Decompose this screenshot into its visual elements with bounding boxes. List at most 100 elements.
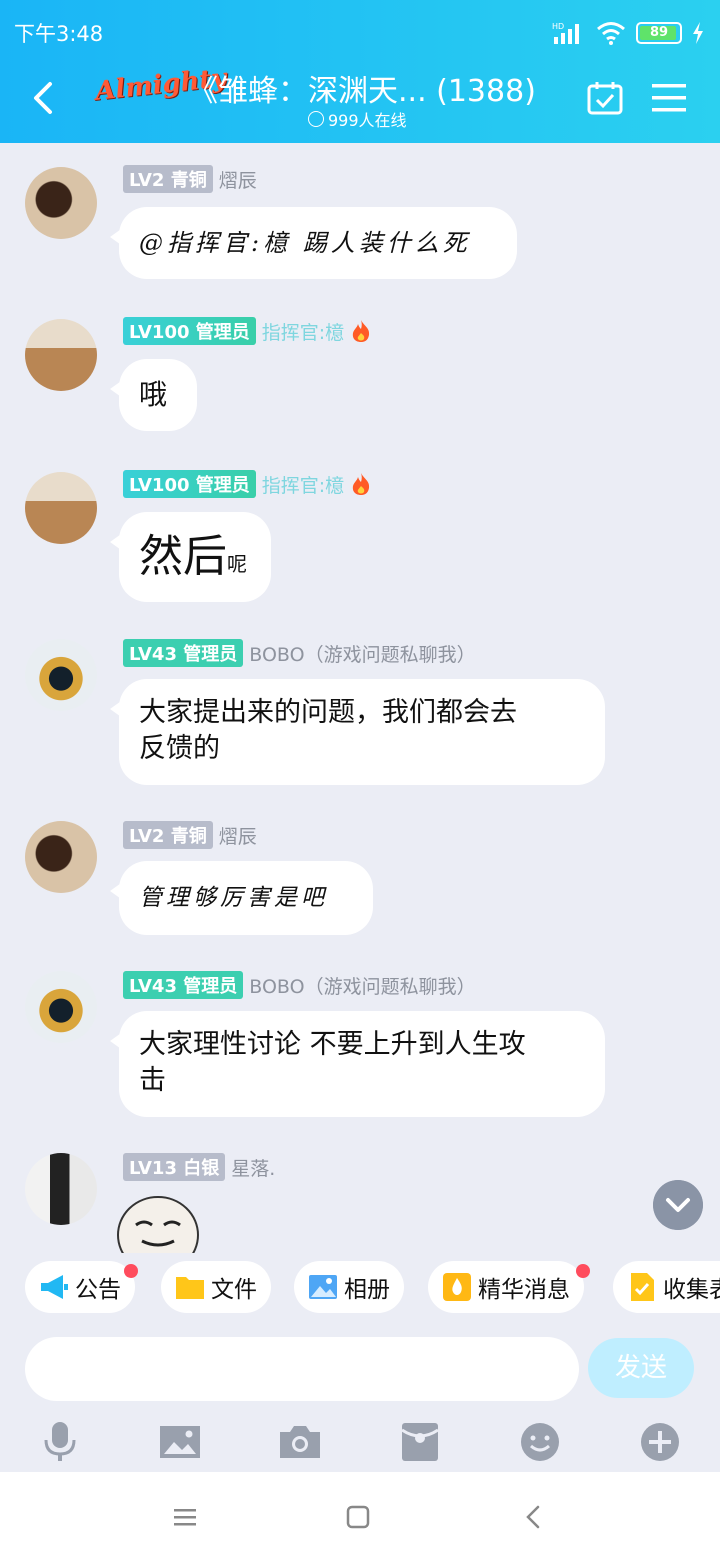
quick-tag-album[interactable]: 相册 xyxy=(294,1261,404,1313)
message-item: LV100 管理员 指挥官:檍 然后呢 xyxy=(0,448,720,618)
unread-dot xyxy=(124,1264,138,1278)
input-tools xyxy=(0,1414,720,1472)
home-icon[interactable] xyxy=(343,1502,373,1532)
message-item: LV13 白银 星落. xyxy=(0,1135,720,1253)
camera-icon[interactable] xyxy=(278,1420,322,1464)
calendar-check-icon[interactable] xyxy=(586,80,624,116)
essence-icon xyxy=(443,1273,471,1301)
message-input[interactable] xyxy=(25,1337,579,1401)
quick-tag-label: 公告 xyxy=(75,1277,121,1303)
quick-tag-files[interactable]: 文件 xyxy=(161,1261,271,1313)
quick-tag-label: 相册 xyxy=(344,1277,390,1303)
fire-icon xyxy=(353,320,370,342)
system-nav-bar xyxy=(0,1472,720,1560)
sender-name[interactable]: BOBO（游戏问题私聊我） xyxy=(249,640,475,667)
message-text-large: 然后 xyxy=(139,531,227,582)
level-badge: LV13 白银 xyxy=(123,1153,226,1181)
unread-dot xyxy=(576,1264,590,1278)
level-badge: LV43 管理员 xyxy=(123,971,244,999)
message-item: LV2 青铜 熠辰 管理够厉害是吧 xyxy=(0,803,720,953)
message-item: LV43 管理员 BOBO（游戏问题私聊我） 大家理性讨论 不要上升到人生攻 击 xyxy=(0,953,720,1128)
message-bubble[interactable]: 哦 xyxy=(110,359,197,431)
send-button[interactable]: 发送 xyxy=(588,1338,694,1398)
message-meta: LV13 白银 星落. xyxy=(123,1153,275,1181)
fire-icon xyxy=(353,473,370,495)
status-bar: 下午3:48 HD 89 xyxy=(0,0,720,62)
message-item: LV2 青铜 熠辰 @指挥官:檍 踢人装什么死 xyxy=(0,143,720,293)
battery-level: 89 xyxy=(649,25,669,40)
message-item: LV100 管理员 指挥官:檍 哦 xyxy=(0,295,720,445)
back-nav-icon[interactable] xyxy=(519,1502,549,1532)
online-count: 999人在线 xyxy=(308,107,407,131)
wifi-icon xyxy=(597,22,625,45)
avatar[interactable] xyxy=(25,971,97,1043)
collect-form-icon xyxy=(631,1273,654,1301)
group-title[interactable]: 《雏蜂：深渊天... (1388) xyxy=(188,66,536,110)
sender-name[interactable]: 熠辰 xyxy=(219,822,257,849)
message-text-line: 大家提出来的问题，我们都会去 xyxy=(139,697,517,728)
quick-tags-bar: 公告 文件 相册 精华消息 收集表 xyxy=(0,1256,720,1320)
quick-tag-essence[interactable]: 精华消息 xyxy=(428,1261,584,1313)
megaphone-icon xyxy=(41,1275,68,1299)
message-text-line: 反馈的 xyxy=(139,733,220,764)
folder-icon xyxy=(176,1277,204,1299)
chat-header: 下午3:48 HD 89 Almighty 《雏蜂：深渊天... (1388) … xyxy=(0,0,720,143)
image-icon[interactable] xyxy=(158,1420,202,1464)
battery-icon: 89 xyxy=(636,22,682,44)
message-meta: LV2 青铜 熠辰 xyxy=(123,821,257,849)
message-text-line: 击 xyxy=(139,1065,166,1096)
avatar[interactable] xyxy=(25,472,97,544)
menu-icon[interactable] xyxy=(652,82,686,114)
quick-tag-label: 收集表 xyxy=(663,1277,720,1303)
sender-name[interactable]: 星落. xyxy=(231,1154,275,1181)
avatar[interactable] xyxy=(25,1153,97,1225)
message-meta: LV100 管理员 指挥官:檍 xyxy=(123,470,372,498)
level-badge: LV2 青铜 xyxy=(123,165,213,193)
level-badge: LV43 管理员 xyxy=(123,639,244,667)
photo-album-icon xyxy=(309,1275,337,1299)
sender-name[interactable]: 熠辰 xyxy=(219,166,257,193)
level-badge: LV2 青铜 xyxy=(123,821,213,849)
message-item: LV43 管理员 BOBO（游戏问题私聊我） 大家提出来的问题，我们都会去 反馈… xyxy=(0,621,720,796)
microphone-icon[interactable] xyxy=(38,1420,82,1464)
sender-name[interactable]: BOBO（游戏问题私聊我） xyxy=(249,972,475,999)
online-icon xyxy=(308,111,324,127)
quick-tag-announcement[interactable]: 公告 xyxy=(25,1261,135,1313)
input-bar: 发送 xyxy=(0,1324,720,1414)
online-text: 999人在线 xyxy=(328,111,407,130)
message-bubble[interactable]: 大家理性讨论 不要上升到人生攻 击 xyxy=(110,1011,605,1117)
back-arrow-icon[interactable] xyxy=(28,78,58,118)
recent-apps-icon[interactable] xyxy=(170,1502,200,1532)
signal-icon: HD xyxy=(552,22,579,44)
message-meta: LV2 青铜 熠辰 xyxy=(123,165,257,193)
sender-name[interactable]: 指挥官:檍 xyxy=(262,471,344,498)
quick-tag-label: 文件 xyxy=(211,1277,257,1303)
message-bubble[interactable]: 管理够厉害是吧 xyxy=(110,861,373,935)
emoji-icon[interactable] xyxy=(518,1420,562,1464)
sticker-image[interactable] xyxy=(116,1191,200,1253)
svg-text:HD: HD xyxy=(552,22,564,31)
status-icons: HD 89 xyxy=(552,20,704,46)
message-bubble[interactable]: @指挥官:檍 踢人装什么死 xyxy=(110,207,517,279)
avatar[interactable] xyxy=(25,821,97,893)
level-badge: LV100 管理员 xyxy=(123,470,256,498)
avatar[interactable] xyxy=(25,639,97,711)
message-bubble[interactable]: 大家提出来的问题，我们都会去 反馈的 xyxy=(110,679,605,785)
sender-name[interactable]: 指挥官:檍 xyxy=(262,318,344,345)
status-time: 下午3:48 xyxy=(14,22,104,46)
quick-tag-collect[interactable]: 收集表 xyxy=(613,1261,720,1313)
red-packet-icon[interactable] xyxy=(398,1420,442,1464)
message-bubble[interactable]: 然后呢 xyxy=(110,512,271,602)
message-text-line: 大家理性讨论 不要上升到人生攻 xyxy=(139,1029,526,1060)
avatar[interactable] xyxy=(25,319,97,391)
charging-icon xyxy=(693,22,703,44)
level-badge: LV100 管理员 xyxy=(123,317,256,345)
quick-tag-label: 精华消息 xyxy=(478,1277,570,1303)
plus-icon[interactable] xyxy=(638,1420,682,1464)
message-text-small: 呢 xyxy=(227,552,247,576)
message-list[interactable]: LV2 青铜 熠辰 @指挥官:檍 踢人装什么死 LV100 管理员 指挥官:檍 … xyxy=(0,143,720,1253)
scroll-down-icon[interactable] xyxy=(653,1180,703,1230)
avatar[interactable] xyxy=(25,167,97,239)
message-meta: LV43 管理员 BOBO（游戏问题私聊我） xyxy=(123,639,476,667)
message-meta: LV43 管理员 BOBO（游戏问题私聊我） xyxy=(123,971,476,999)
